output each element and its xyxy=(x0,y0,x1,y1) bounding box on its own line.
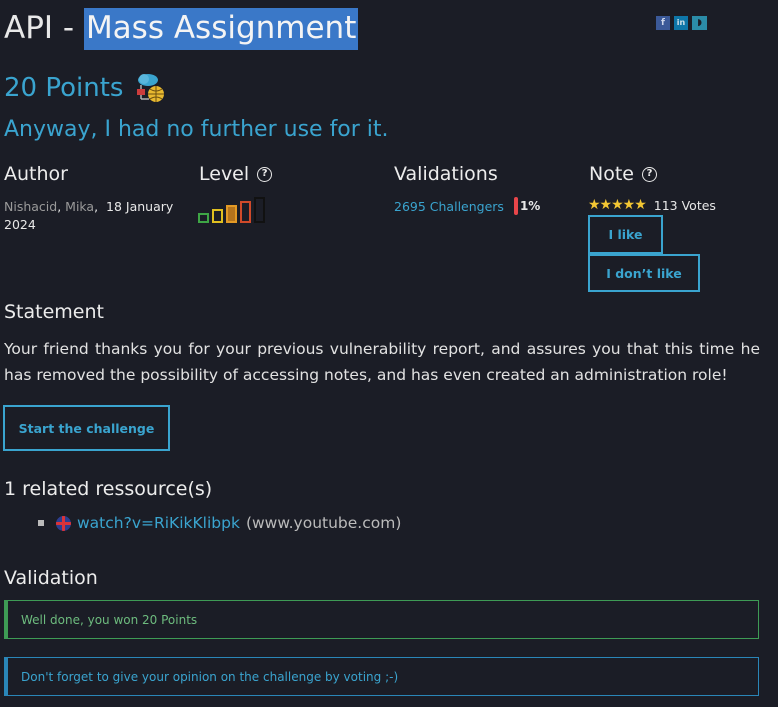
success-alert: Well done, you won 20 Points xyxy=(4,600,759,639)
statement-heading: Statement xyxy=(4,301,104,323)
author-heading-label: Author xyxy=(4,163,68,185)
validation-heading: Validation xyxy=(4,567,98,589)
resources-heading: 1 related ressource(s) xyxy=(4,478,213,500)
validations-info: 2695 Challengers 1% xyxy=(394,197,540,215)
author-heading: Author xyxy=(4,163,68,185)
challengers-link[interactable]: 2695 Challengers xyxy=(394,199,504,214)
rate-value: 1% xyxy=(519,199,541,213)
level-bar xyxy=(240,201,251,223)
page-title: API - Mass Assignment xyxy=(4,8,359,50)
info-alert: Don't forget to give your opinion on the… xyxy=(4,657,759,696)
info-message: Don't forget to give your opinion on the… xyxy=(21,669,399,684)
level-indicator xyxy=(198,197,265,223)
statement-text: Your friend thanks you for your previous… xyxy=(4,340,760,384)
cloud-network-icon xyxy=(137,74,165,102)
level-bar xyxy=(226,205,237,223)
share-icons: f in ◗ xyxy=(656,16,707,30)
note-heading: Note? xyxy=(589,163,657,185)
note-heading-label: Note xyxy=(589,163,634,185)
points: 20 Points xyxy=(4,71,167,105)
mastodon-icon[interactable]: ◗ xyxy=(692,16,707,30)
resource-link[interactable]: watch?v=RiKikKlibpk xyxy=(77,514,240,532)
facebook-icon[interactable]: f xyxy=(656,16,670,30)
validations-heading-label: Validations xyxy=(394,163,498,185)
title-highlight: Mass Assignment xyxy=(83,8,359,50)
dislike-button[interactable]: I don’t like xyxy=(588,254,700,292)
help-icon[interactable]: ? xyxy=(257,166,273,182)
validation-rate: 1% xyxy=(513,197,541,215)
level-bar xyxy=(254,197,265,223)
start-challenge-button[interactable]: Start the challenge xyxy=(3,405,170,451)
linkedin-icon[interactable]: in xyxy=(674,16,688,30)
title-prefix: API - xyxy=(4,10,84,46)
success-message: Well done, you won 20 Points xyxy=(21,612,198,627)
bullet xyxy=(38,520,44,526)
level-bar xyxy=(212,209,223,223)
level-heading-label: Level xyxy=(199,163,250,185)
points-value: 20 Points xyxy=(4,73,124,103)
resource-item: watch?v=RiKikKlibpk (www.youtube.com) xyxy=(38,514,401,532)
author-name[interactable]: Nishacid xyxy=(4,199,57,214)
level-heading: Level? xyxy=(199,163,273,185)
votes-count: 113 Votes xyxy=(653,197,716,213)
uk-flag-icon xyxy=(56,515,71,531)
validations-heading: Validations xyxy=(394,163,498,185)
rate-bar xyxy=(513,197,518,215)
like-button[interactable]: I like xyxy=(588,215,663,254)
subtitle: Anyway, I had no further use for it. xyxy=(4,117,389,142)
author-info: Nishacid, Mika, 18 January 2024 xyxy=(4,199,174,232)
resource-domain: (www.youtube.com) xyxy=(245,514,402,532)
star-rating-icon: ★★★★★ xyxy=(588,197,647,213)
help-icon[interactable]: ? xyxy=(641,166,657,182)
level-bar xyxy=(198,213,209,223)
rating: ★★★★★ 113 Votes xyxy=(588,197,716,213)
author-name[interactable]: Mika xyxy=(65,199,94,214)
